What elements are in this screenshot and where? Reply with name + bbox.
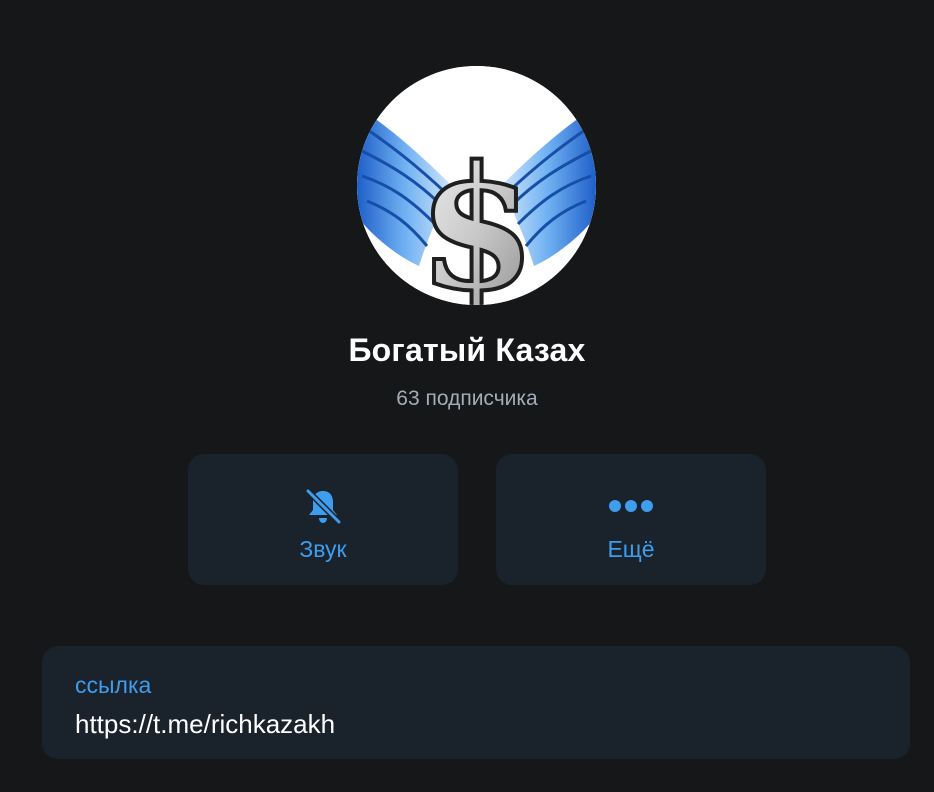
more-button[interactable]: Ещё [496,454,766,585]
winged-dollar-icon: $ [357,66,596,305]
link-card[interactable]: ссылка https://t.me/richkazakh [42,646,910,759]
more-dots-icon [496,484,766,528]
link-label: ссылка [75,672,152,698]
sound-button-label: Звук [299,536,347,562]
channel-avatar[interactable]: $ [357,66,596,305]
link-value[interactable]: https://t.me/richkazakh [75,709,335,740]
subscriber-count: 63 подписчика [396,387,538,410]
bell-muted-icon [188,484,458,528]
sound-button[interactable]: Звук [188,454,458,585]
svg-text:$: $ [418,129,536,305]
more-button-label: Ещё [607,536,655,562]
channel-title: Богатый Казах [348,332,586,368]
